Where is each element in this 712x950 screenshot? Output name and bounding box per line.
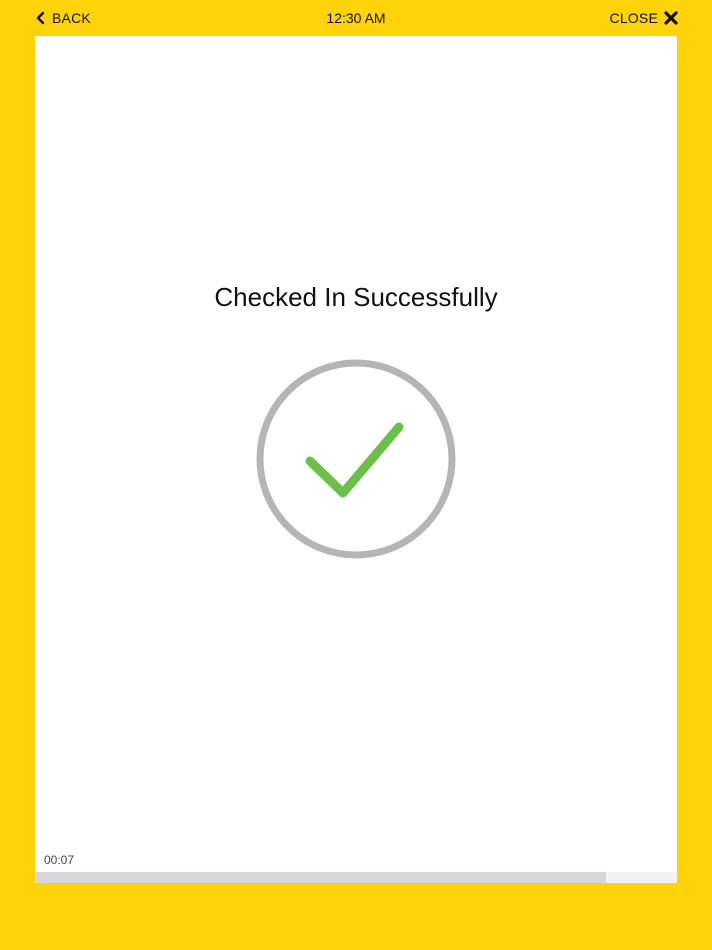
progress-bar <box>35 872 677 883</box>
status-indicator <box>255 358 457 560</box>
checkmark-icon <box>305 422 404 498</box>
progress-fill <box>35 872 606 883</box>
clock-time: 12:30 AM <box>326 10 386 26</box>
checkmark-circle-icon <box>256 359 456 559</box>
close-label: CLOSE <box>609 10 658 26</box>
confirmation-card: Checked In Successfully 00:07 <box>35 36 677 883</box>
page-title: Checked In Successfully <box>214 282 498 312</box>
top-bar: BACK 12:30 AM CLOSE <box>0 0 712 36</box>
elapsed-timer: 00:07 <box>44 853 75 867</box>
circle-outline <box>256 359 456 559</box>
close-button[interactable]: CLOSE <box>610 9 678 27</box>
close-icon <box>664 11 678 25</box>
